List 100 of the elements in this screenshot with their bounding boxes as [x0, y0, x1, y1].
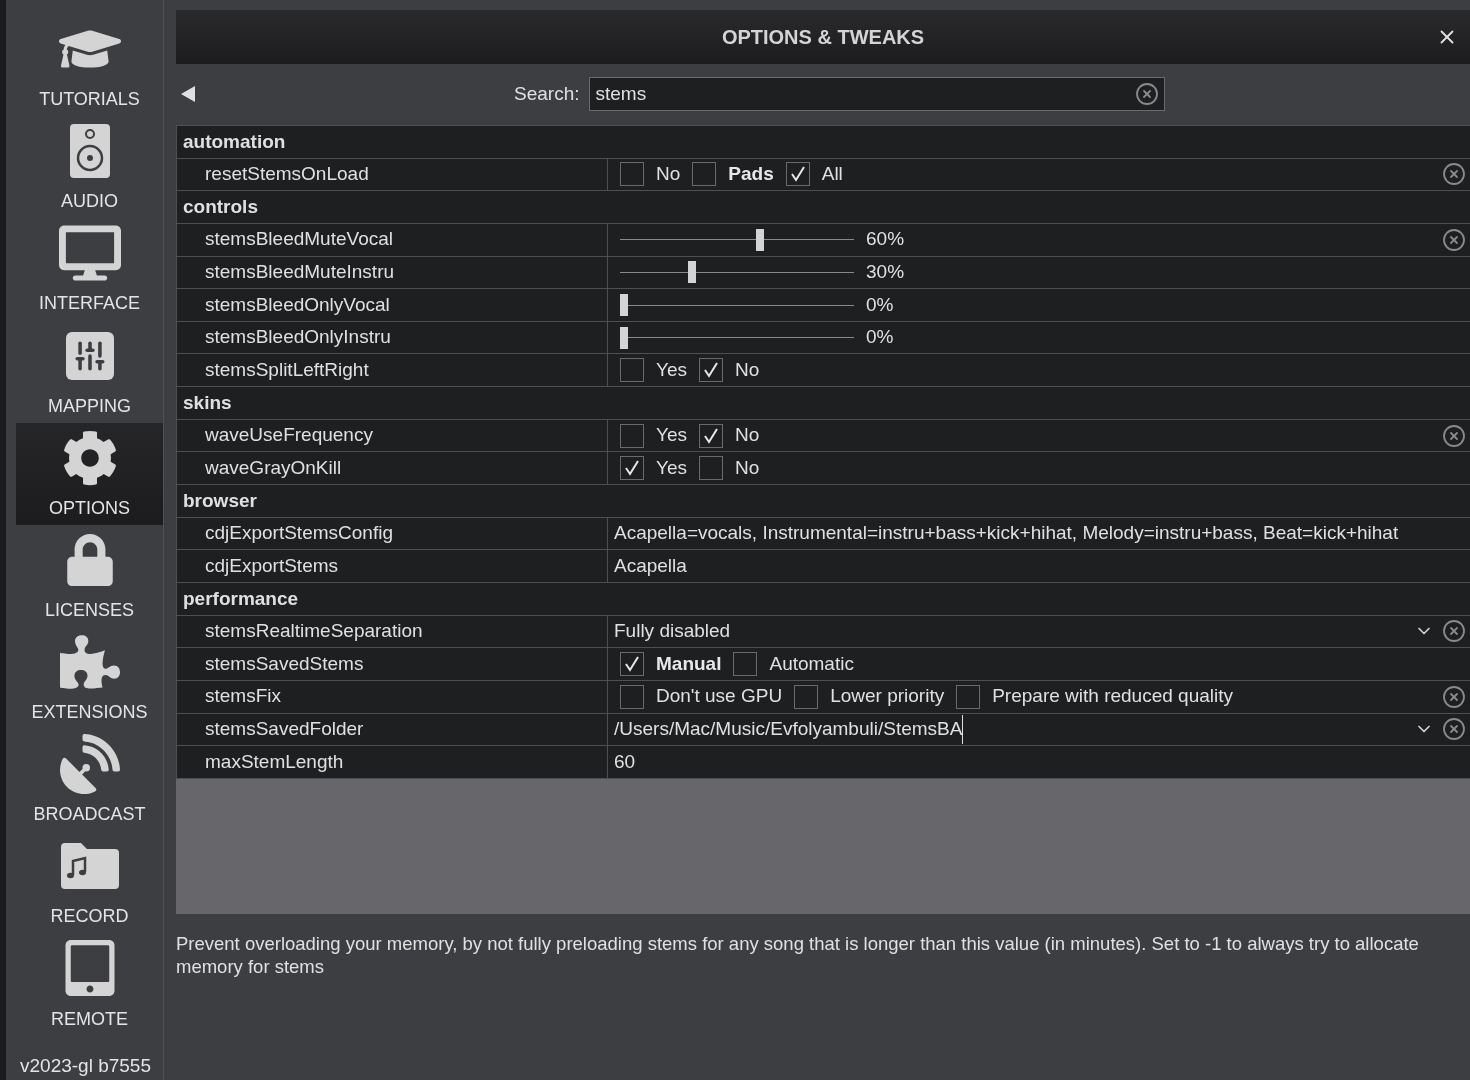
slider-thumb[interactable]	[620, 294, 628, 316]
option-label: No	[735, 455, 760, 480]
slider[interactable]	[620, 227, 854, 252]
option-name: cdjExportStems	[205, 553, 339, 578]
checkbox[interactable]	[699, 456, 723, 481]
slider-value: 0%	[866, 292, 894, 317]
sidebar-label: EXTENSIONS	[31, 703, 148, 722]
sidebar-item[interactable]: OPTIONS	[16, 422, 163, 525]
sidebar-item[interactable]: EXTENSIONS	[16, 626, 163, 730]
option-label: No	[656, 162, 681, 187]
option-label: Lower priority	[830, 684, 945, 709]
checkbox[interactable]	[785, 162, 810, 187]
group-header: performance	[183, 586, 299, 611]
speaker-icon	[69, 124, 110, 179]
sidebar-item[interactable]: RECORD	[16, 831, 163, 934]
checkbox[interactable]	[620, 423, 644, 448]
checkbox[interactable]	[699, 423, 723, 448]
dropdown-value[interactable]: /Users/Mac/Music/Evfolyambuli/StemsBA	[614, 715, 964, 744]
checkbox[interactable]	[956, 684, 981, 709]
version-label: v2023-gl b7555	[19, 1053, 152, 1078]
slider-value: 60%	[866, 227, 905, 252]
sidebar-label: TUTORIALS	[39, 90, 140, 109]
puzzle-icon	[59, 632, 120, 692]
reset-icon[interactable]	[1442, 717, 1466, 742]
option-label: No	[735, 423, 760, 448]
sidebar-item[interactable]: AUDIO	[16, 116, 163, 219]
sidebar-label: BROADCAST	[33, 805, 146, 824]
search-value: stems	[595, 81, 648, 106]
option-label: Prepare with reduced quality	[992, 684, 1233, 709]
option-name: stemsFix	[205, 684, 281, 709]
group-header: automation	[183, 129, 286, 154]
sidebar-item[interactable]: LICENSES	[16, 524, 163, 627]
search-field[interactable]: stems	[589, 77, 1166, 111]
option-name: maxStemLength	[205, 749, 344, 774]
reset-icon[interactable]	[1442, 162, 1466, 187]
sidebar-label: INTERFACE	[39, 294, 140, 313]
checkbox[interactable]	[692, 162, 717, 187]
sidebar-label: RECORD	[50, 907, 129, 926]
clear-icon[interactable]	[1135, 82, 1160, 106]
option-name: stemsSavedStems	[205, 651, 364, 676]
sidebar-label: AUDIO	[61, 192, 118, 211]
checkbox[interactable]	[794, 684, 819, 709]
option-name: stemsBleedOnlyInstru	[205, 325, 391, 350]
sidebar-item[interactable]: BROADCAST	[16, 729, 163, 832]
slider[interactable]	[620, 293, 854, 317]
option-name: stemsSplitLeftRight	[205, 358, 369, 383]
option-name: stemsRealtimeSeparation	[205, 619, 423, 644]
option-label: Automatic	[769, 651, 854, 676]
slider-thumb[interactable]	[687, 261, 696, 284]
sidebar-item[interactable]: TUTORIALS	[16, 14, 163, 117]
checkbox[interactable]	[620, 684, 644, 709]
satellite-dish-icon	[59, 734, 120, 795]
text-value[interactable]: Acapella	[614, 551, 687, 581]
option-name: waveUseFrequency	[205, 423, 373, 448]
option-name: stemsBleedOnlyVocal	[205, 292, 390, 317]
reset-icon[interactable]	[1442, 227, 1466, 252]
settings-icon	[61, 429, 118, 486]
slider-value: 0%	[866, 325, 894, 350]
option-name: cdjExportStemsConfig	[205, 521, 393, 546]
sidebar-label: OPTIONS	[49, 498, 130, 517]
option-label: Manual	[656, 651, 722, 676]
slider-thumb[interactable]	[620, 326, 628, 349]
option-name: stemsSavedFolder	[205, 717, 364, 742]
reset-icon[interactable]	[1442, 619, 1466, 644]
option-name: stemsBleedMuteInstru	[205, 260, 395, 285]
sidebar-label: LICENSES	[44, 600, 134, 619]
group-header: controls	[183, 194, 258, 219]
checkbox[interactable]	[620, 456, 644, 481]
sidebar-item[interactable]: REMOTE	[16, 933, 163, 1036]
sliders-icon	[65, 331, 114, 380]
checkbox[interactable]	[733, 652, 758, 677]
text-value[interactable]: Acapella=vocals, Instrumental=instru+bass+kick+hihat, Melody=instru+bass, Beat=kick+hihat	[614, 519, 1399, 548]
option-label: Don't use GPU	[656, 684, 783, 709]
text-value[interactable]: 60	[614, 747, 636, 777]
option-label: Pads	[728, 162, 774, 187]
option-label: Yes	[656, 423, 687, 448]
checkbox[interactable]	[620, 358, 644, 383]
checkbox[interactable]	[620, 652, 644, 677]
option-name: stemsBleedMuteVocal	[205, 227, 393, 252]
music-folder-icon	[58, 841, 121, 892]
slider-value: 30%	[866, 260, 905, 285]
option-label: Yes	[656, 358, 687, 383]
option-label: All	[821, 162, 843, 187]
option-name: waveGrayOnKill	[205, 455, 342, 480]
back-arrow-icon[interactable]	[180, 85, 196, 103]
checkbox[interactable]	[620, 162, 644, 187]
sidebar-label: MAPPING	[48, 396, 131, 415]
slider-thumb[interactable]	[755, 228, 764, 251]
dropdown-value[interactable]: Fully disabled	[614, 617, 731, 646]
reset-icon[interactable]	[1442, 684, 1466, 709]
checkbox[interactable]	[699, 358, 723, 383]
sidebar-item[interactable]: MAPPING	[16, 320, 163, 423]
reset-icon[interactable]	[1442, 423, 1466, 448]
sidebar-label: REMOTE	[51, 1009, 128, 1028]
sidebar-item[interactable]: INTERFACE	[16, 218, 163, 321]
group-header: skins	[183, 390, 232, 415]
slider[interactable]	[620, 325, 854, 350]
option-label: Yes	[656, 455, 687, 480]
group-header: browser	[183, 488, 257, 513]
slider[interactable]	[620, 260, 854, 285]
